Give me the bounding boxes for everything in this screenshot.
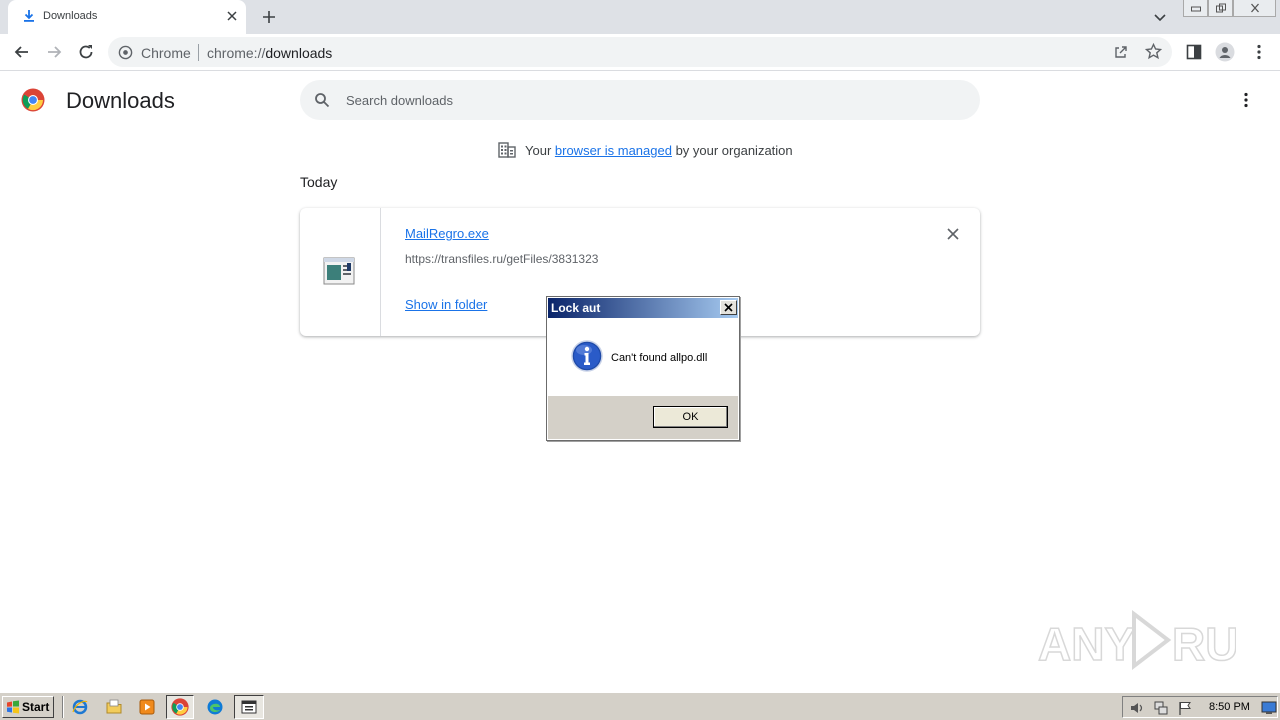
dialog-title-bar[interactable]: Lock aut: [548, 298, 738, 318]
chevron-down-icon[interactable]: [1152, 9, 1168, 25]
url-text: chrome://downloads: [207, 45, 332, 61]
info-icon: [571, 340, 603, 372]
back-icon[interactable]: [12, 42, 32, 62]
building-icon: [498, 142, 516, 158]
dialog-footer: OK: [548, 396, 738, 439]
start-label: Start: [22, 700, 50, 714]
toolbar: Chrome chrome://downloads: [0, 34, 1280, 71]
screen: Downloads Chrome chrome://downloads Down…: [0, 0, 1280, 720]
tab-strip: Downloads: [0, 0, 1280, 34]
close-window-button[interactable]: [1233, 0, 1276, 17]
edge-icon[interactable]: [206, 698, 224, 716]
url-scheme: chrome://: [207, 45, 266, 61]
plus-icon[interactable]: [260, 8, 278, 26]
chrome-icon: [118, 45, 133, 60]
section-heading: Today: [300, 174, 338, 190]
restore-button[interactable]: [1208, 0, 1233, 17]
dialog-message: Can't found allpo.dll: [611, 352, 708, 364]
more-actions-icon[interactable]: [1236, 90, 1256, 110]
download-icon: [24, 10, 34, 22]
restore-icon: [1215, 3, 1226, 13]
watermark-logo: ANY RUN: [1037, 609, 1236, 671]
window-controls: [1183, 0, 1276, 18]
site-chip-label: Chrome: [141, 45, 191, 61]
close-icon: [724, 303, 733, 312]
internet-explorer-icon[interactable]: [71, 698, 89, 716]
page-title: Downloads: [66, 88, 175, 113]
reload-icon[interactable]: [76, 42, 96, 62]
star-icon[interactable]: [1145, 43, 1162, 60]
dialog-body: Can't found allpo.dll: [548, 318, 738, 396]
taskbar-separator: [62, 696, 64, 718]
file-icon: [323, 257, 355, 285]
taskbar-app-button[interactable]: [234, 695, 264, 719]
network-icon[interactable]: [1153, 700, 1169, 716]
url-path: downloads: [265, 45, 333, 61]
close-icon[interactable]: [224, 8, 240, 24]
managed-prefix: Your: [525, 143, 555, 158]
folder-icon[interactable]: [105, 698, 123, 716]
volume-icon[interactable]: [1129, 700, 1145, 716]
dialog-title: Lock aut: [551, 301, 601, 315]
show-desktop-icon[interactable]: [1261, 701, 1277, 715]
dialog-close-button[interactable]: [720, 300, 737, 315]
close-icon[interactable]: [946, 227, 960, 241]
managed-suffix: by your organization: [671, 143, 793, 158]
taskbar: Start 8:50 PM: [0, 692, 1280, 720]
system-tray: 8:50 PM: [1122, 696, 1278, 718]
clock: 8:50 PM: [1209, 701, 1250, 713]
minimize-icon: [1190, 6, 1201, 12]
profile-icon[interactable]: [1215, 42, 1235, 62]
download-item-icon-column: [300, 208, 381, 336]
start-button[interactable]: Start: [2, 696, 54, 718]
close-icon: [1250, 3, 1259, 13]
omnibox-separator: [198, 44, 199, 61]
share-icon[interactable]: [1113, 44, 1129, 60]
taskbar-chrome-button[interactable]: [166, 695, 194, 719]
ok-button[interactable]: OK: [653, 406, 728, 428]
show-in-folder-link[interactable]: Show in folder: [405, 297, 487, 312]
search-icon: [315, 93, 330, 108]
forward-icon[interactable]: [44, 42, 64, 62]
app-window-icon: [241, 700, 257, 714]
side-panel-icon[interactable]: [1184, 42, 1204, 62]
svg-text:ANY: ANY: [1038, 618, 1135, 670]
address-bar[interactable]: Chrome chrome://downloads: [108, 37, 1172, 67]
flag-icon[interactable]: [1177, 700, 1193, 716]
download-source-url: https://transfiles.ru/getFiles/3831323: [405, 252, 599, 266]
alert-dialog: Lock aut Can't found allpo.dll OK: [546, 296, 740, 441]
svg-text:RUN: RUN: [1172, 618, 1236, 670]
search-input[interactable]: [346, 91, 946, 109]
more-icon[interactable]: [1249, 42, 1269, 62]
tab-downloads[interactable]: Downloads: [8, 0, 246, 34]
tab-title: Downloads: [43, 10, 98, 22]
search-box[interactable]: [300, 80, 980, 120]
minimize-button[interactable]: [1183, 0, 1208, 17]
windows-logo-icon: [7, 700, 19, 714]
chrome-logo-icon: [21, 88, 45, 112]
download-file-name[interactable]: MailRegro.exe: [405, 226, 489, 241]
managed-link[interactable]: browser is managed: [555, 143, 672, 158]
chrome-icon: [171, 698, 189, 716]
media-player-icon[interactable]: [138, 698, 156, 716]
